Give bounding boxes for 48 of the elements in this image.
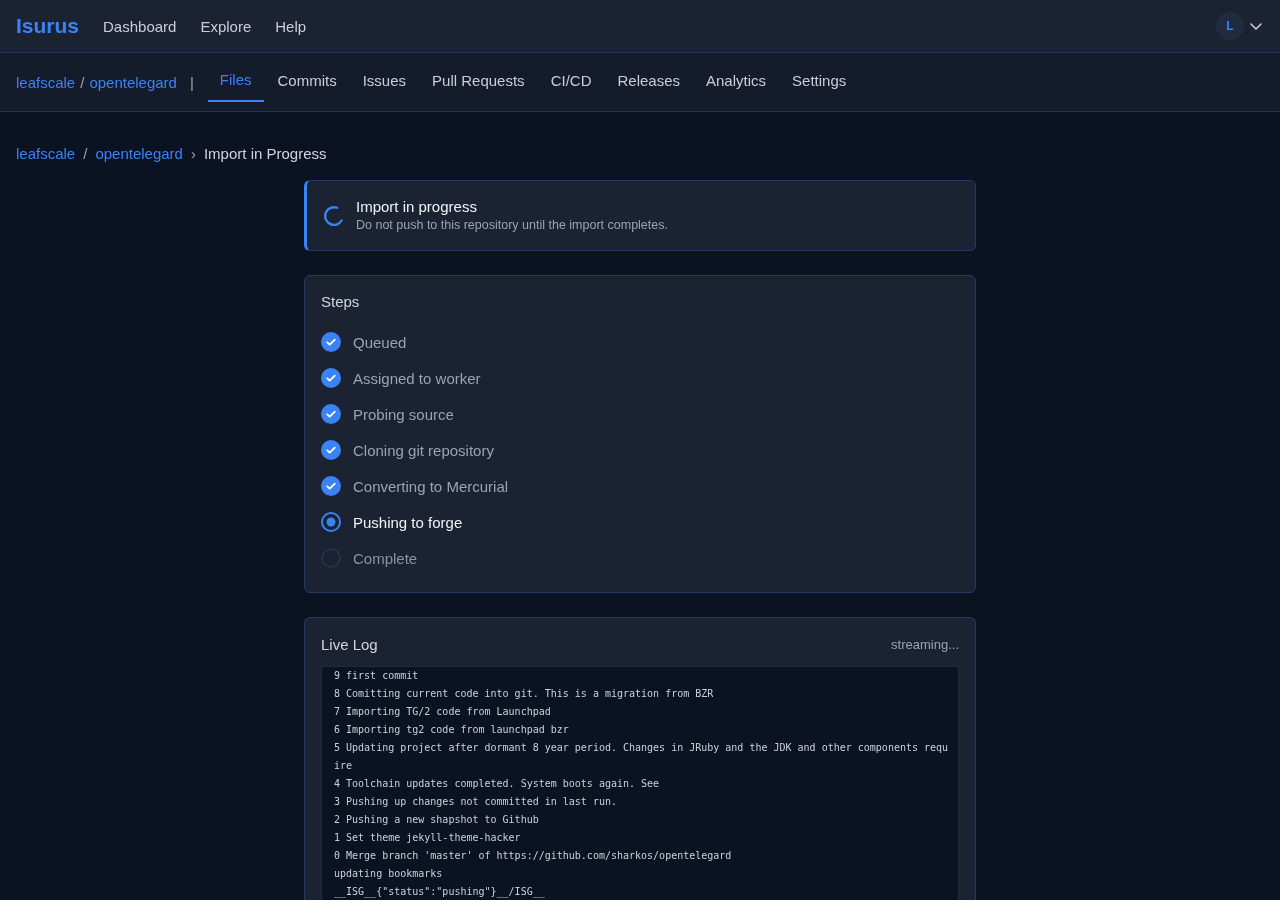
log-line: 2 Pushing a new shapshot to Github bbox=[334, 813, 540, 827]
path-separator: / bbox=[80, 73, 85, 91]
step-label: Converting to Mercurial bbox=[353, 477, 509, 495]
step-label: Cloning git repository bbox=[353, 441, 494, 459]
tab[interactable]: Files bbox=[207, 62, 264, 102]
nav-link[interactable]: Help bbox=[275, 17, 307, 35]
tab[interactable]: Settings bbox=[780, 62, 859, 102]
tab[interactable]: Issues bbox=[350, 62, 419, 102]
log-line: 4 Toolchain updates completed. System boots again. See bbox=[334, 777, 661, 791]
tab[interactable]: Releases bbox=[605, 62, 692, 102]
card-title: Live Log bbox=[321, 635, 378, 653]
breadcrumb-separator: › bbox=[190, 144, 196, 164]
tab[interactable]: Pull Requests bbox=[420, 62, 537, 102]
tab[interactable]: Analytics bbox=[694, 62, 779, 102]
log-line: 5 Updating project after dormant 8 year period. Changes in JRuby and the JDK and other components require bbox=[334, 741, 950, 773]
breadcrumb-separator: / bbox=[83, 144, 88, 164]
spinner-icon bbox=[324, 205, 344, 226]
user-avatar[interactable]: L bbox=[1216, 12, 1244, 40]
log-line: 8 Comitting current code into git. This is a migration from BZR bbox=[334, 687, 715, 701]
log-line: 7 Importing TG/2 code from Launchpad bbox=[334, 705, 552, 719]
alert-message: Do not push to this repository until the import completes. bbox=[356, 217, 668, 233]
divider-text: | bbox=[189, 73, 194, 91]
log-line: __ISG__{"status":"pushing"}__/ISG__ bbox=[334, 885, 546, 900]
step-label: Pushing to forge bbox=[353, 513, 463, 531]
breadcrumb-current: Import in Progress bbox=[203, 144, 327, 164]
step-label: Assigned to worker bbox=[353, 369, 481, 387]
tab[interactable]: CI/CD bbox=[538, 62, 604, 102]
log-line: 6 Importing tg2 code from launchpad bzr bbox=[334, 723, 570, 737]
repo-link[interactable]: opentelegard bbox=[89, 73, 177, 91]
nav-link[interactable]: Explore bbox=[200, 17, 252, 35]
step-label: Queued bbox=[353, 333, 407, 351]
breadcrumb-link[interactable]: opentelegard bbox=[95, 144, 183, 164]
alert-title: Import in progress bbox=[356, 198, 478, 216]
log-line: updating bookmarks bbox=[334, 867, 444, 881]
stream-status: streaming... bbox=[891, 636, 959, 652]
card-title: Steps bbox=[321, 292, 360, 312]
owner-link[interactable]: leafscale bbox=[16, 73, 76, 91]
log-line: 0 Merge branch 'master' of https://github.com/sharkos/opentelegard bbox=[334, 849, 733, 863]
log-line: 1 Set theme jekyll-theme-hacker bbox=[334, 831, 522, 845]
logo[interactable]: Isurus bbox=[16, 14, 80, 38]
nav-link[interactable]: Dashboard bbox=[103, 17, 177, 35]
step-label: Complete bbox=[353, 549, 418, 567]
step-label: Probing source bbox=[353, 405, 454, 423]
chevron-down-icon[interactable] bbox=[1250, 22, 1262, 30]
log-line: 9 first commit bbox=[334, 669, 420, 683]
log-line: 3 Pushing up changes not committed in last run. bbox=[334, 795, 618, 809]
tab[interactable]: Commits bbox=[265, 62, 349, 102]
breadcrumb-link[interactable]: leafscale bbox=[16, 144, 76, 164]
